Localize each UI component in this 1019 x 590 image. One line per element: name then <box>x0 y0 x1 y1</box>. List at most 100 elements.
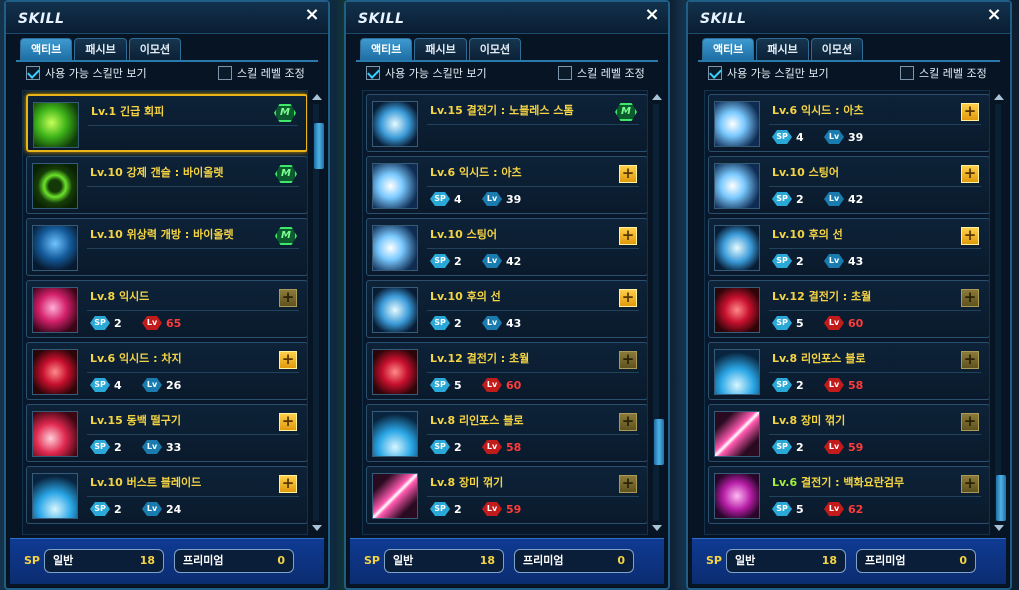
skill-row[interactable]: Lv.10 스팅어 SP 2 Lv 42 + <box>366 218 647 276</box>
skill-row[interactable]: Lv.10 버스트 블레이드 SP 2 Lv 24 + <box>26 466 307 524</box>
level-up-button-disabled[interactable]: + <box>961 351 979 369</box>
scroll-up-arrow-icon[interactable] <box>994 94 1004 100</box>
skill-row[interactable]: Lv.10 후의 선 SP 2 Lv 43 + <box>366 280 647 338</box>
skill-row[interactable]: Lv.8 장미 꺾기 SP 2 Lv 59 + <box>366 466 647 524</box>
level-adjust-option[interactable]: 스킬 레벨 조정 <box>558 65 645 81</box>
usable-only-option[interactable]: 사용 가능 스킬만 보기 <box>26 65 147 81</box>
tab-emotion[interactable]: 이모션 <box>810 38 864 60</box>
level-up-button-disabled[interactable]: + <box>279 289 297 307</box>
skill-row[interactable]: Lv.10 후의 선 SP 2 Lv 43 + <box>708 218 989 276</box>
skill-row[interactable]: Lv.12 결전기 : 초월 SP 5 Lv 60 + <box>708 280 989 338</box>
scrollbar[interactable] <box>650 90 664 535</box>
usable-only-checkbox[interactable] <box>366 66 380 80</box>
skill-row[interactable]: Lv.8 리인포스 블로 SP 2 Lv 58 + <box>708 342 989 400</box>
tab-passive[interactable]: 패시브 <box>414 38 467 60</box>
skill-stats: SP 2 Lv 65 <box>90 316 190 330</box>
title-bar: SKILL × <box>688 2 1010 34</box>
skill-row[interactable]: Lv.8 장미 꺾기 SP 2 Lv 59 + <box>708 404 989 462</box>
normal-sp-label: 일반 <box>393 554 414 567</box>
scroll-up-arrow-icon[interactable] <box>652 94 662 100</box>
tab-active[interactable]: 액티브 <box>360 38 413 60</box>
level-up-button[interactable]: + <box>619 289 637 307</box>
row-divider <box>427 310 639 311</box>
skill-row[interactable]: Lv.6 익시드 : 아츠 SP 4 Lv 39 + <box>366 156 647 214</box>
window-title: SKILL <box>18 11 65 27</box>
skill-name: Lv.8 리인포스 블로 <box>772 352 866 365</box>
normal-sp-box: 일반 18 <box>44 549 164 573</box>
skill-name: Lv.8 장미 꺾기 <box>772 414 846 427</box>
skill-row[interactable]: Lv.6 결전기 : 백화요란검무 SP 5 Lv 62 + <box>708 466 989 524</box>
scroll-thumb[interactable] <box>996 475 1006 521</box>
close-button[interactable]: × <box>642 5 662 25</box>
skill-row[interactable]: Lv.12 결전기 : 초월 SP 5 Lv 60 + <box>366 342 647 400</box>
level-up-button[interactable]: + <box>961 227 979 245</box>
scroll-thumb[interactable] <box>314 123 324 169</box>
close-button[interactable]: × <box>984 5 1004 25</box>
level-up-button[interactable]: + <box>279 351 297 369</box>
usable-only-option[interactable]: 사용 가능 스킬만 보기 <box>366 65 487 81</box>
scroll-down-arrow-icon[interactable] <box>994 525 1004 531</box>
usable-only-option[interactable]: 사용 가능 스킬만 보기 <box>708 65 829 81</box>
skill-row[interactable]: Lv.10 강제 갠슬 : 바이올렛 M <box>26 156 307 214</box>
scroll-track[interactable] <box>313 104 324 521</box>
usable-only-checkbox[interactable] <box>26 66 40 80</box>
level-up-button-disabled[interactable]: + <box>961 289 979 307</box>
sp-panel: SP 일반 18 프리미엄 0 <box>350 538 664 584</box>
skill-row[interactable]: Lv.1 긴급 회피 M <box>26 94 307 152</box>
skill-name: Lv.12 결전기 : 초월 <box>772 290 872 303</box>
level-req-icon: Lv <box>824 440 844 454</box>
scroll-up-arrow-icon[interactable] <box>312 94 322 100</box>
scrollbar[interactable] <box>310 90 324 535</box>
skill-window: SKILL × 액티브 패시브 이모션사용 가능 스킬만 보기 스킬 레벨 조정 Lv.6 … <box>686 0 1012 590</box>
level-adjust-option[interactable]: 스킬 레벨 조정 <box>900 65 987 81</box>
skill-row[interactable]: Lv.6 익시드 : 아츠 SP 4 Lv 39 + <box>708 94 989 152</box>
level-req-icon: Lv <box>482 316 502 330</box>
sp-icon: SP <box>430 192 450 206</box>
level-adjust-checkbox[interactable] <box>900 66 914 80</box>
skill-row[interactable]: Lv.10 스팅어 SP 2 Lv 42 + <box>708 156 989 214</box>
scroll-down-arrow-icon[interactable] <box>312 525 322 531</box>
level-up-button[interactable]: + <box>279 413 297 431</box>
level-adjust-checkbox[interactable] <box>558 66 572 80</box>
tab-passive[interactable]: 패시브 <box>756 38 809 60</box>
level-up-button[interactable]: + <box>619 227 637 245</box>
level-up-button-disabled[interactable]: + <box>619 475 637 493</box>
level-up-button-disabled[interactable]: + <box>961 475 979 493</box>
level-adjust-option[interactable]: 스킬 레벨 조정 <box>218 65 305 81</box>
level-up-button[interactable]: + <box>279 475 297 493</box>
tab-passive[interactable]: 패시브 <box>74 38 127 60</box>
skill-row[interactable]: Lv.15 동백 떨구기 SP 2 Lv 33 + <box>26 404 307 462</box>
scroll-down-arrow-icon[interactable] <box>652 525 662 531</box>
slash-icon <box>372 473 418 519</box>
row-divider <box>427 434 639 435</box>
level-adjust-checkbox[interactable] <box>218 66 232 80</box>
level-up-button[interactable]: + <box>961 103 979 121</box>
tab-emotion[interactable]: 이모션 <box>128 38 182 60</box>
tab-active[interactable]: 액티브 <box>702 38 755 60</box>
level-up-button-disabled[interactable]: + <box>961 413 979 431</box>
skill-row[interactable]: Lv.8 익시드 SP 2 Lv 65 + <box>26 280 307 338</box>
skill-name: Lv.10 후의 선 <box>772 228 843 241</box>
scrollbar[interactable] <box>992 90 1006 535</box>
tab-emotion[interactable]: 이모션 <box>468 38 522 60</box>
row-divider <box>769 186 981 187</box>
row-divider <box>87 372 299 373</box>
skill-row[interactable]: Lv.15 결전기 : 노블레스 스톰 M <box>366 94 647 152</box>
sp-icon: SP <box>430 378 450 392</box>
level-up-button-disabled[interactable]: + <box>619 413 637 431</box>
scroll-track[interactable] <box>653 104 664 521</box>
usable-only-checkbox[interactable] <box>708 66 722 80</box>
level-up-button[interactable]: + <box>961 165 979 183</box>
tab-active[interactable]: 액티브 <box>20 38 73 60</box>
level-req-icon: Lv <box>824 378 844 392</box>
level-up-button[interactable]: + <box>619 165 637 183</box>
normal-sp-label: 일반 <box>735 554 756 567</box>
level-up-button-disabled[interactable]: + <box>619 351 637 369</box>
skill-row[interactable]: Lv.8 리인포스 블로 SP 2 Lv 58 + <box>366 404 647 462</box>
scroll-track[interactable] <box>995 104 1006 521</box>
close-button[interactable]: × <box>302 5 322 25</box>
skill-row[interactable]: Lv.10 위상력 개방 : 바이올렛 M <box>26 218 307 276</box>
scroll-thumb[interactable] <box>654 419 664 465</box>
skill-row[interactable]: Lv.6 익시드 : 차지 SP 4 Lv 26 + <box>26 342 307 400</box>
row-divider <box>87 310 299 311</box>
